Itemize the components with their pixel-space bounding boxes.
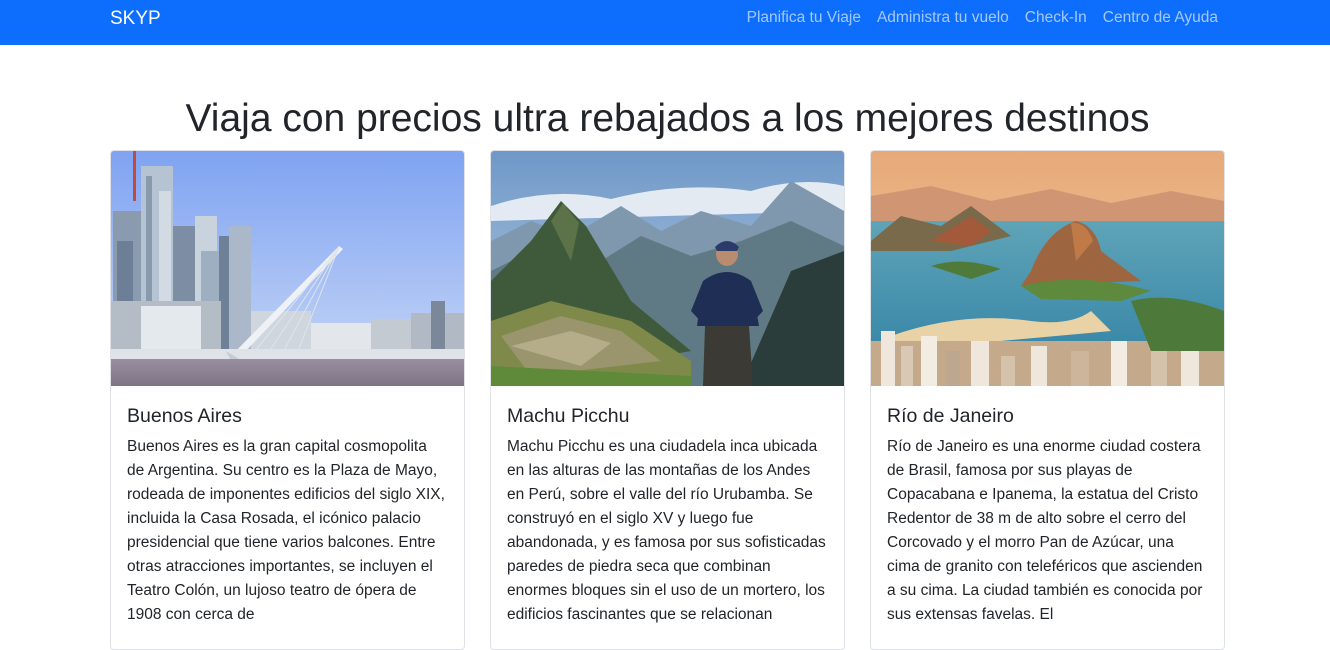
card-text: Machu Picchu es una ciudadela inca ubica… [507,438,826,623]
nav-link-planifica[interactable]: Planifica tu Viaje [747,9,861,27]
card-title: Río de Janeiro [887,405,1014,427]
page-title: Viaja con precios ultra rebajados a los … [185,97,1150,140]
destination-card-rio-de-janeiro: Río de Janeiro Río de Janeiro es una eno… [870,150,1225,650]
rio-de-janeiro-image [871,151,1224,386]
card-text: Río de Janeiro es una enorme ciudad cost… [887,438,1203,623]
buenos-aires-image [111,151,464,386]
card-title: Machu Picchu [507,405,630,427]
nav-links: Planifica tu Viaje Administra tu vuelo C… [731,0,1218,36]
brand-logo-link[interactable]: SKYP [110,7,161,31]
destination-card-machu-picchu: Machu Picchu Machu Picchu es una ciudade… [490,150,845,650]
top-navbar: SKYP Planifica tu Viaje Administra tu vu… [0,0,1330,45]
card-title: Buenos Aires [127,405,242,427]
machu-picchu-image [491,151,844,386]
nav-link-administra[interactable]: Administra tu vuelo [877,9,1009,27]
destination-card-buenos-aires: Buenos Aires Buenos Aires es la gran cap… [110,150,465,650]
nav-link-ayuda[interactable]: Centro de Ayuda [1103,9,1218,27]
nav-link-checkin[interactable]: Check-In [1025,9,1087,27]
card-text: Buenos Aires es la gran capital cosmopol… [127,438,445,623]
